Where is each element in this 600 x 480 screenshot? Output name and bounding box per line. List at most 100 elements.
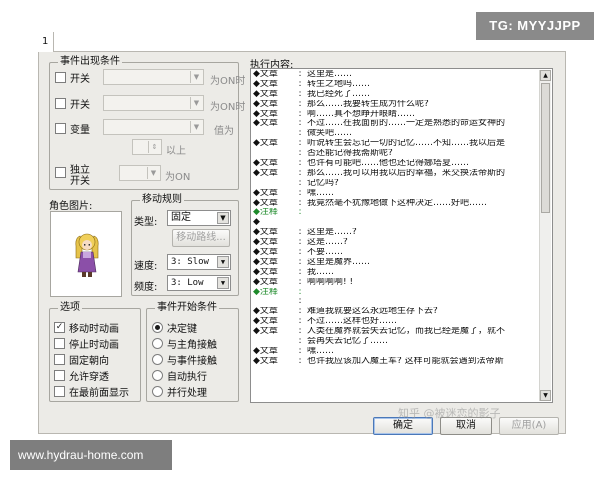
exec-line[interactable]: ◆文章: 我…… [253, 268, 539, 278]
exec-line[interactable]: ◆文章: 我竟然毫不犹豫地做下这种决定……好吧…… [253, 199, 539, 209]
exec-line[interactable]: ◆文章: 不要…… [253, 248, 539, 258]
switch2-checkbox[interactable] [55, 98, 66, 109]
movement-type-select[interactable]: 固定 ▼ [167, 210, 231, 226]
trigger-option[interactable]: 并行处理 [152, 384, 207, 399]
exec-command: ◆文章 [253, 307, 278, 317]
trigger-radio[interactable] [152, 354, 163, 365]
tab-page-1[interactable]: 1 [38, 32, 54, 52]
exec-text: 也许有可能吧……他也还记得娜塔夏…… [307, 159, 470, 169]
switch1-row: 开关 [55, 70, 90, 85]
option-checkbox[interactable] [54, 338, 65, 349]
exec-command: ◆注释 [253, 287, 278, 297]
exec-text: 记忆吗? [307, 178, 339, 188]
exec-line[interactable]: ◆文章: 啊啊啊啊! ! [253, 278, 539, 288]
selfswitch-select[interactable]: ▼ [119, 165, 161, 181]
exec-line[interactable]: ◆文章: 人类在魔界就会失去记忆，而我已经是魔了，就不 [253, 327, 539, 337]
variable-select[interactable]: ▼ [103, 119, 204, 135]
option-row[interactable]: 固定朝向 [54, 352, 109, 367]
trigger-radio[interactable] [152, 338, 163, 349]
exec-content-list[interactable]: ◆文章: 这里是…… ◆文章: 转生之地吗…… ◆文章: 我已经死了…… ◆文章: 那么……我… [250, 68, 553, 403]
exec-command: ◆文章 [253, 109, 278, 119]
exec-line[interactable]: ◆文章: 也许我应该加入魔王军? 这样可能就会遇到法帝斯 [253, 357, 539, 367]
exec-separator: : [298, 70, 302, 79]
exec-line[interactable]: ◆文章: 那么……我可以用我以后的幸福，来交换法帝斯的 [253, 169, 539, 179]
switch1-select[interactable]: ▼ [103, 69, 204, 85]
trigger-radio[interactable] [152, 386, 163, 397]
exec-command: ◆文章 [253, 70, 278, 79]
movement-speed-select[interactable]: 3: Slow ▼ [167, 254, 231, 270]
exec-scrollbar[interactable]: ▲ ▼ [539, 70, 551, 401]
exec-line[interactable]: ◆文章: 那么……我要转生成为什么呢? [253, 100, 539, 110]
trigger-option[interactable]: 与主角接触 [152, 336, 217, 351]
trigger-radio[interactable] [152, 322, 163, 333]
option-row[interactable]: ✓ 移动时动画 [54, 320, 119, 335]
exec-text: 那么……我可以用我以后的幸福，来交换法帝斯的 [307, 168, 506, 178]
exec-line[interactable]: ◆文章: 也许有可能吧……他也还记得娜塔夏…… [253, 159, 539, 169]
option-checkbox[interactable] [54, 370, 65, 381]
exec-line[interactable]: ◆文章: 嘿…… [253, 347, 539, 357]
trigger-option[interactable]: 自动执行 [152, 368, 207, 383]
exec-line[interactable]: ◆文章: 这是……? [253, 238, 539, 248]
move-route-button[interactable]: 移动路线... [172, 229, 230, 247]
exec-line[interactable]: ◆文章: 难道我就要这么永远地生存下去? [253, 307, 539, 317]
exec-text: 人类在魔界就会失去记忆，而我已经是魔了，就不 [307, 327, 506, 337]
trigger-option[interactable]: 决定键 [152, 320, 197, 335]
exec-line[interactable]: ◆文章: 我已经死了…… [253, 90, 539, 100]
trigger-label: 决定键 [167, 324, 197, 335]
exec-command: ◆文章 [253, 238, 278, 248]
movement-freq-select[interactable]: 3: Low ▼ [167, 275, 231, 291]
option-checkbox[interactable] [54, 354, 65, 365]
avatar-preview[interactable] [50, 211, 122, 297]
trigger-option[interactable]: 与事件接触 [152, 352, 217, 367]
exec-command: ◆文章 [253, 327, 278, 337]
exec-line[interactable]: ◆文章: 这里是……? [253, 228, 539, 238]
exec-line[interactable]: : 记忆吗? [253, 179, 539, 189]
option-row[interactable]: 停止时动画 [54, 336, 119, 351]
option-row[interactable]: 在最前面显示 [54, 384, 129, 399]
chevron-down-icon: ▼ [190, 97, 202, 109]
exec-line[interactable]: ◆文章: 啊……真不想睁开眼睛…… [253, 110, 539, 120]
zhihu-watermark: 知乎 @被迷恋的影子 [398, 407, 501, 420]
switch2-select[interactable]: ▼ [103, 95, 204, 111]
exec-command: ◆文章 [253, 248, 278, 258]
switch1-checkbox[interactable] [55, 72, 66, 83]
exec-line[interactable]: ◆文章: 这里是魔界…… [253, 258, 539, 268]
option-label: 允许穿透 [69, 372, 109, 383]
movement-type-label: 类型: [134, 217, 158, 228]
variable-value-spinner[interactable]: ⇕ [132, 139, 162, 155]
scroll-thumb[interactable] [541, 83, 550, 213]
chevron-down-icon: ▼ [190, 71, 202, 83]
variable-checkbox[interactable] [55, 123, 66, 134]
selfswitch-checkbox[interactable] [55, 167, 66, 178]
exec-separator: : [298, 238, 302, 248]
chevron-down-icon: ▼ [217, 212, 229, 224]
exec-line[interactable]: ◆文章: 不过……这样也好…… [253, 317, 539, 327]
option-checkbox[interactable] [54, 386, 65, 397]
exec-line[interactable]: ◆文章: 听说转生会忘记一切的记忆……不知……我以后是 [253, 139, 539, 149]
option-row[interactable]: 允许穿透 [54, 368, 109, 383]
exec-line[interactable]: : 微笑吧…… [253, 129, 539, 139]
exec-separator: : [298, 188, 302, 198]
exec-separator: : [298, 129, 302, 139]
exec-line[interactable]: ◆注释: [253, 208, 539, 218]
trigger-radio[interactable] [152, 370, 163, 381]
option-checkbox[interactable]: ✓ [54, 322, 65, 333]
switch2-suffix: 为ON时 [210, 102, 246, 113]
exec-command: ◆文章 [253, 99, 278, 109]
exec-separator: : [298, 99, 302, 109]
scroll-down-icon[interactable]: ▼ [540, 390, 551, 401]
exec-text: 转生之地吗…… [307, 79, 371, 89]
exec-line[interactable]: ◆ [253, 218, 539, 228]
exec-line[interactable]: : [253, 297, 539, 307]
switch1-label: 开关 [70, 74, 90, 85]
exec-line[interactable]: ◆文章: 转生之地吗…… [253, 80, 539, 90]
exec-line[interactable]: ◆文章: 不过……在我面前的……一定是熟悉的命运女神的 [253, 119, 539, 129]
exec-line[interactable]: ◆文章: 嘿…… [253, 189, 539, 199]
exec-line[interactable]: : 否还能记得我斋斯呢? [253, 149, 539, 159]
exec-line[interactable]: ◆文章: 这里是…… [253, 70, 539, 80]
exec-separator: : [298, 228, 302, 238]
scroll-up-icon[interactable]: ▲ [540, 70, 551, 81]
exec-line[interactable]: : 会再失去记忆了…… [253, 337, 539, 347]
apply-button[interactable]: 应用(A) [499, 417, 559, 435]
exec-line[interactable]: ◆注释: [253, 288, 539, 298]
